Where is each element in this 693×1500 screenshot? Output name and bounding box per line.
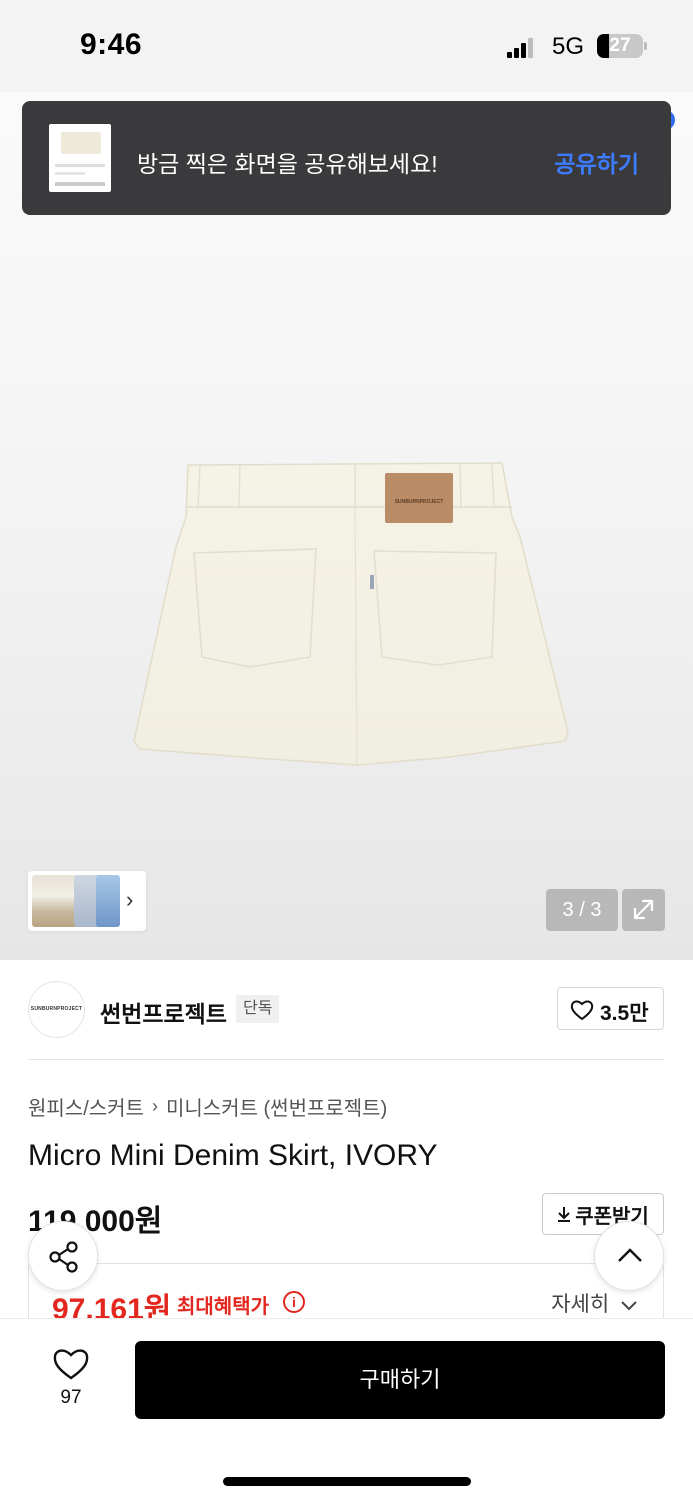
product-image-gallery[interactable]: SUNBURNPROJECT › 3 / 3: [0, 92, 693, 960]
network-type: 5G: [552, 33, 585, 60]
expand-icon: [633, 899, 654, 920]
product-title: Micro Mini Denim Skirt, IVORY: [28, 1139, 438, 1172]
max-benefit-label: 최대혜택가: [177, 1296, 269, 1318]
toast-message: 방금 찍은 화면을 공유해보세요!: [137, 151, 438, 177]
chevron-right-icon: ›: [151, 1096, 158, 1116]
scroll-top-button[interactable]: [594, 1221, 664, 1291]
svg-text:SUNBURNPROJECT: SUNBURNPROJECT: [395, 499, 444, 505]
breadcrumb-category[interactable]: 원피스/스커트: [28, 1092, 144, 1121]
share-icon: [49, 1241, 78, 1273]
share-toast[interactable]: 방금 찍은 화면을 공유해보세요! 공유하기: [22, 101, 671, 215]
info-icon[interactable]: i: [283, 1291, 305, 1313]
brand-like-button[interactable]: 3.5만: [557, 987, 664, 1030]
buy-button[interactable]: 구매하기: [135, 1341, 665, 1419]
wishlist-count: 97: [60, 1387, 82, 1408]
home-indicator: [223, 1477, 471, 1486]
bottom-action-bar: 97 구매하기: [0, 1318, 693, 1500]
product-image: SUNBURNPROJECT: [133, 462, 569, 766]
detail-toggle[interactable]: 자세히: [551, 1288, 637, 1318]
detail-label: 자세히: [551, 1293, 610, 1316]
share-button[interactable]: [28, 1221, 98, 1291]
status-bar: 9:46 5G 27: [0, 0, 693, 92]
breadcrumb: 원피스/스커트 › 미니스커트 (썬번프로젝트): [28, 1092, 387, 1121]
download-icon: [558, 1207, 571, 1222]
wishlist-button[interactable]: 97: [40, 1343, 102, 1417]
brand-logo-text: SUNBURNPROJECT: [30, 1006, 83, 1012]
breadcrumb-subcategory[interactable]: 미니스커트 (썬번프로젝트): [166, 1092, 387, 1121]
expand-button[interactable]: [622, 889, 665, 931]
divider: [28, 1059, 664, 1060]
chevron-down-icon: [621, 1301, 637, 1311]
page-indicator: 3 / 3: [546, 889, 618, 931]
battery-level: 27: [609, 35, 631, 56]
chevron-up-icon: [618, 1248, 642, 1262]
chevron-right-icon[interactable]: ›: [126, 887, 133, 913]
heart-outline-icon: [570, 1000, 594, 1021]
battery-cap: [644, 42, 647, 50]
status-time: 9:46: [80, 28, 143, 61]
brand-name[interactable]: 썬번프로젝트: [100, 995, 227, 1029]
heart-outline-icon: [53, 1349, 89, 1380]
share-now-button[interactable]: 공유하기: [554, 145, 639, 179]
battery-icon: 27: [597, 34, 643, 58]
thumbnail-image-3[interactable]: [96, 875, 120, 927]
thumbnail-strip[interactable]: ›: [28, 871, 146, 931]
exclusive-badge: 단독: [236, 995, 280, 1023]
thumbnail-image-1[interactable]: [32, 875, 78, 927]
signal-icon: [507, 38, 535, 58]
brand-like-count: 3.5만: [600, 1002, 649, 1025]
brand-logo[interactable]: SUNBURNPROJECT: [28, 981, 85, 1038]
screenshot-thumbnail[interactable]: [49, 124, 111, 192]
